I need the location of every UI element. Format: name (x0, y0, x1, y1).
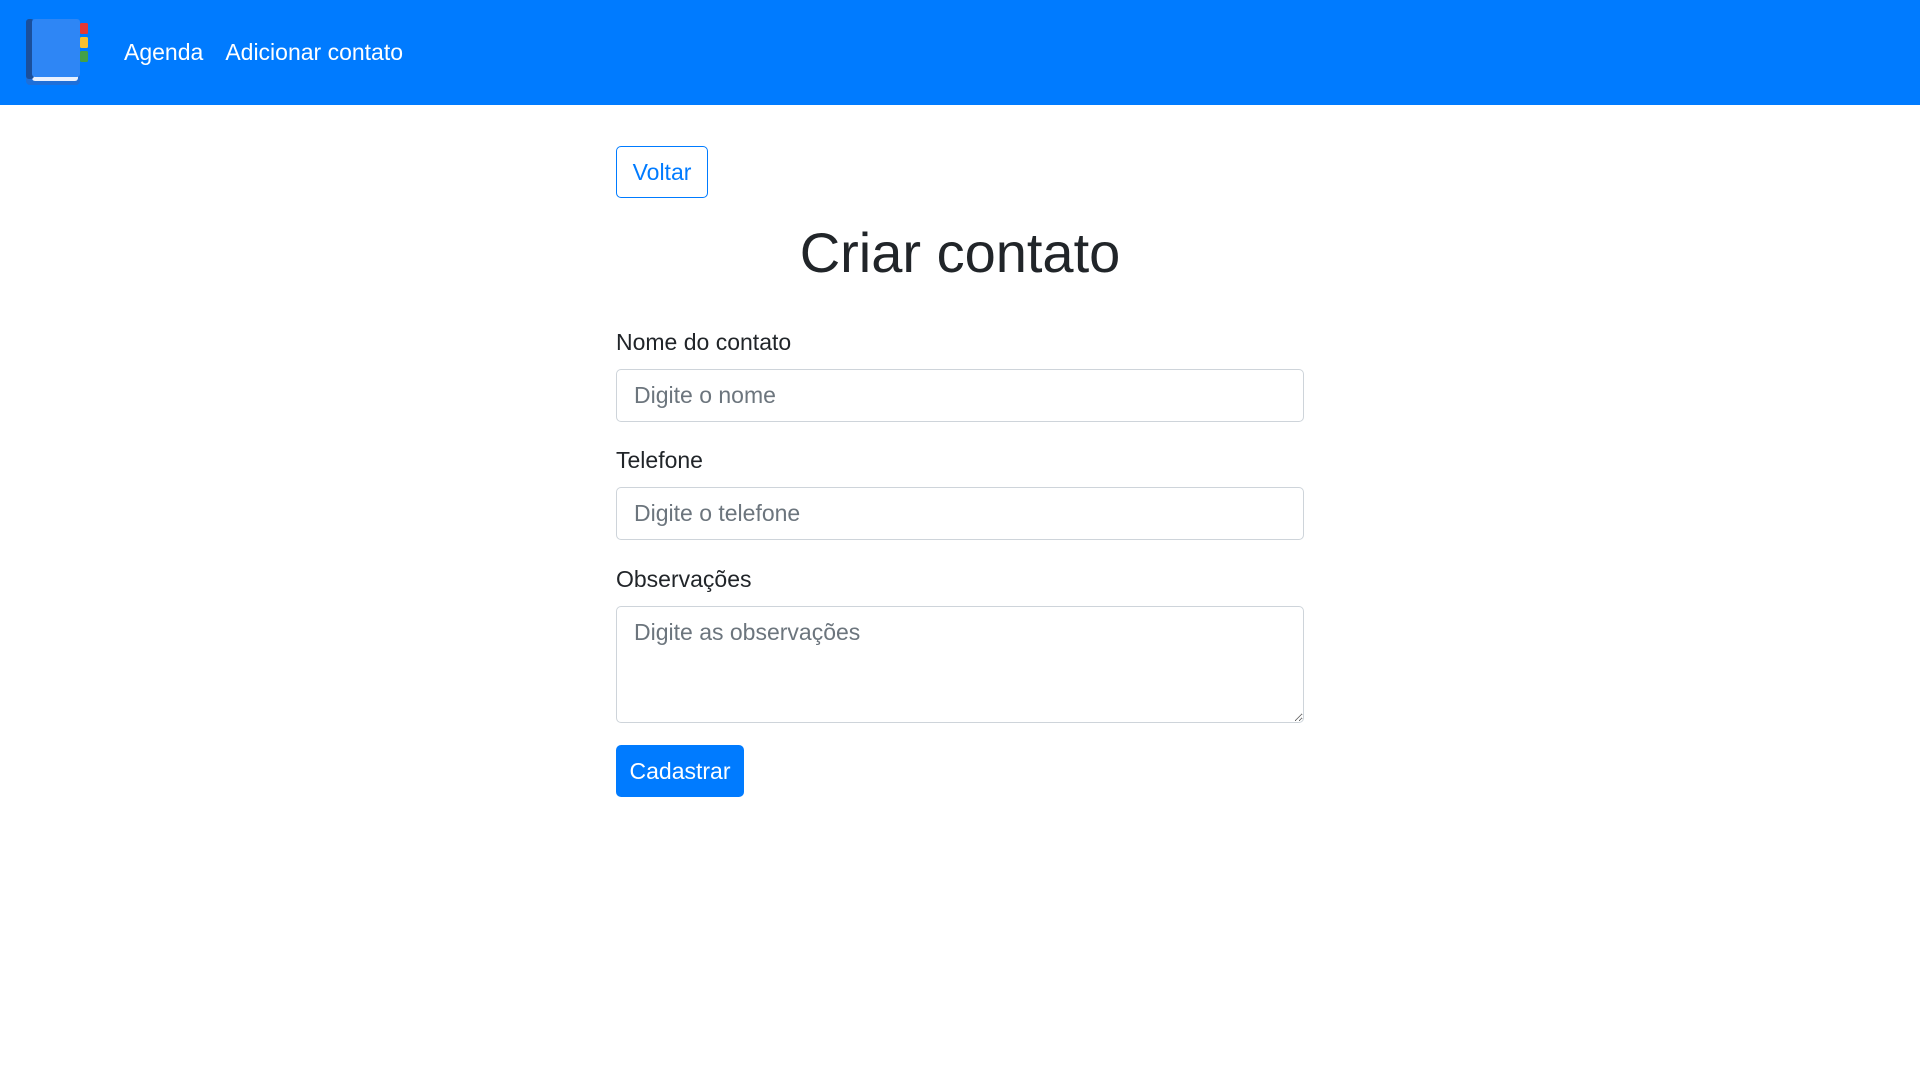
address-book-icon[interactable] (24, 17, 90, 88)
phone-input[interactable] (616, 487, 1304, 540)
top-navbar: Agenda Adicionar contato (0, 0, 1920, 105)
back-button[interactable]: Voltar (616, 146, 708, 198)
page-title: Criar contato (799, 221, 1121, 284)
nav-links: Agenda Adicionar contato (124, 0, 425, 105)
nav-link-agenda[interactable]: Agenda (124, 41, 203, 64)
notes-label: Observações (616, 566, 752, 592)
name-label: Nome do contato (616, 329, 792, 355)
submit-button[interactable]: Cadastrar (616, 745, 744, 797)
name-input[interactable] (616, 369, 1304, 422)
notes-textarea[interactable] (616, 606, 1304, 723)
phone-label: Telefone (616, 447, 703, 473)
nav-link-add-contact[interactable]: Adicionar contato (225, 41, 403, 64)
